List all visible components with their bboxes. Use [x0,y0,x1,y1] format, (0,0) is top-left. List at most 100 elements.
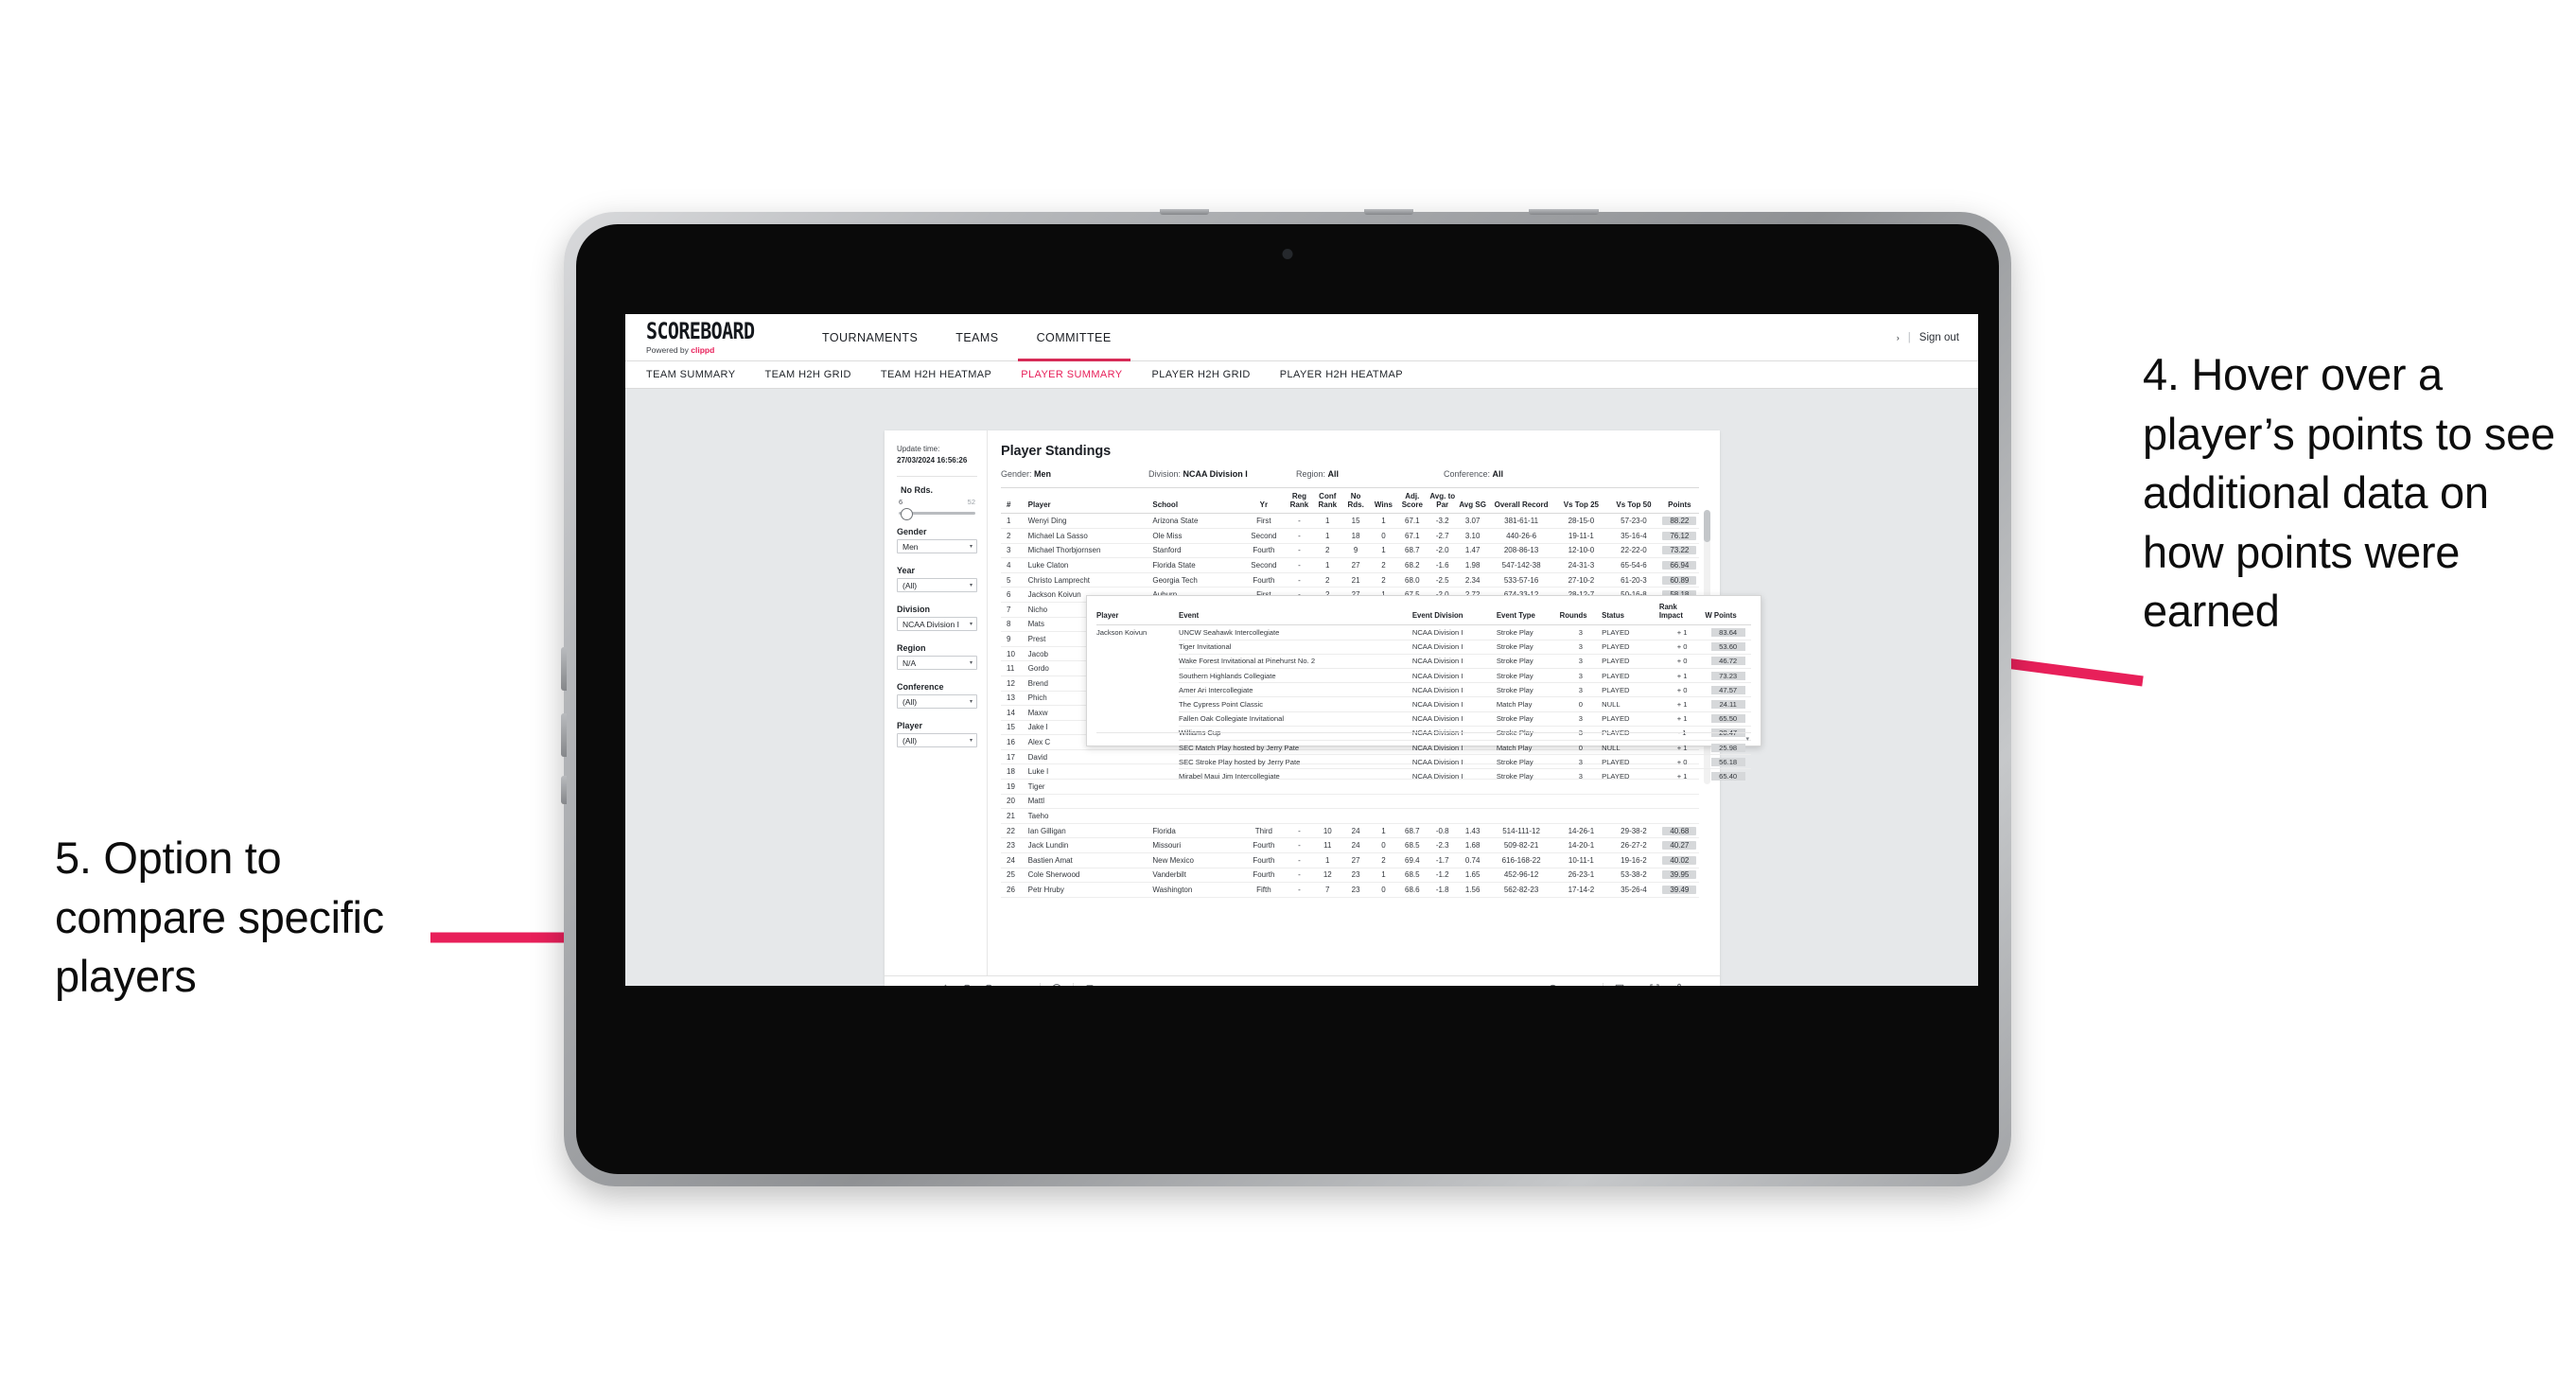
cell-school: Ole Miss [1147,528,1243,544]
points-value[interactable]: 66.94 [1662,560,1697,570]
table-row[interactable]: 24 Bastien Amat New Mexico Fourth -1 27 2 69.4-… [1001,852,1699,868]
table-row[interactable]: 5 Christo Lamprecht Georgia Tech Fourth -2 21… [1001,572,1699,588]
tab-team-h2h-heatmap[interactable]: TEAM H2H HEATMAP [881,369,1008,380]
table-row[interactable]: 21 Taeho [1001,808,1699,824]
filter-player: Player (All) ▾ [897,721,977,748]
cell-points[interactable]: 39.49 [1659,882,1699,898]
cell-points[interactable]: 40.68 [1659,823,1699,839]
th-school[interactable]: School [1147,486,1243,515]
nav-item-teams[interactable]: TEAMS [937,314,1017,360]
tooltip-cell-rank-impact: + 0 [1658,682,1706,697]
th-player[interactable]: Player [1022,486,1148,515]
cell-points[interactable] [1659,794,1699,810]
year-select[interactable]: (All) ▾ [897,578,977,593]
gender-select[interactable]: Men ▾ [897,539,977,554]
slider-track[interactable] [899,508,975,521]
cell-yr: Second [1242,528,1286,544]
th-reg-rank[interactable]: Reg Rank [1285,486,1314,515]
th-yr[interactable]: Yr [1242,486,1286,515]
points-value[interactable]: 60.89 [1662,575,1697,585]
th-rank[interactable]: # [1001,486,1023,515]
points-value[interactable]: 39.95 [1662,870,1697,880]
cell-points[interactable]: 60.89 [1659,572,1699,588]
cell-points[interactable]: 40.27 [1659,837,1699,854]
cell-yr: Fourth [1242,543,1286,559]
player-select[interactable]: (All) ▾ [897,733,977,748]
presentation-icon[interactable] [1005,983,1016,986]
table-row[interactable]: 26 Petr Hruby Washington Fifth -7 23 0 68.6 -1.8… [1001,882,1699,898]
points-value[interactable]: 40.68 [1662,826,1697,835]
th-avg-sg[interactable]: Avg SG [1457,486,1488,515]
tab-player-summary[interactable]: PLAYER SUMMARY [1021,369,1138,380]
points-value[interactable]: 40.27 [1662,841,1697,851]
region-select[interactable]: N/A ▾ [897,656,977,671]
cell-yr: Second [1242,557,1286,573]
chevron-down-icon[interactable]: ▾ [1745,735,1749,743]
nav-item-committee[interactable]: COMMITTEE [1017,314,1130,361]
share-button[interactable]: Share [1671,983,1709,986]
view-original-button[interactable]: View: Original [1084,983,1153,986]
th-adj-score[interactable]: Adj. Score [1396,486,1428,515]
table-row[interactable]: 22 Ian Gilligan Florida Third -10 24 1 68.7 -0.8… [1001,823,1699,839]
table-row[interactable]: 25 Cole Sherwood Vanderbilt Fourth -12 23 1 68.… [1001,868,1699,884]
tab-team-summary[interactable]: TEAM SUMMARY [646,369,751,380]
no-rounds-label: No Rds. [901,485,934,496]
th-vs-top-25[interactable]: Vs Top 25 [1554,486,1608,515]
dashboard-body: Update time: 27/03/2024 16:56:26 No Rds.… [885,430,1761,975]
tooltip-cell-w-points: 46.72 [1705,653,1751,669]
chevron-down-icon[interactable]: ▾ [1026,986,1029,987]
points-value[interactable]: 76.12 [1662,531,1697,540]
conference-value: (All) [902,696,918,707]
table-row[interactable]: 2 Michael La Sasso Ole Miss Second -1 18 0 67.1… [1001,528,1699,544]
table-row[interactable]: 3 Michael Thorbjornsen Stanford Fourth -2 9 1 6… [1001,543,1699,559]
division-select[interactable]: NCAA Division I ▾ [897,617,977,632]
tooltip-cell-event-type: Stroke Play [1496,639,1560,655]
redo-icon[interactable] [918,983,929,986]
cell-points[interactable]: 39.95 [1659,868,1699,884]
th-points[interactable]: Points [1659,486,1699,515]
fullscreen-icon[interactable] [1649,983,1660,986]
undo-icon[interactable] [896,983,907,986]
brand-logo[interactable]: SCOREBOARD Powered by clippd [625,314,803,360]
table-row[interactable]: 4 Luke Claton Florida State Second -1 27 2 68.2… [1001,557,1699,573]
th-overall-record[interactable]: Overall Record [1487,486,1555,515]
th-no-rds[interactable]: No Rds. [1341,486,1371,515]
tab-player-h2h-heatmap[interactable]: PLAYER H2H HEATMAP [1280,369,1419,380]
tab-team-h2h-grid[interactable]: TEAM H2H GRID [764,369,867,380]
table-row[interactable]: 20 Mattl [1001,794,1699,810]
cell-points[interactable]: 88.22 [1659,513,1699,529]
download-icon[interactable] [1614,983,1625,986]
table-header-row: # Player School Yr Reg Rank Conf Rank No… [1001,486,1699,515]
th-vs-top-50[interactable]: Vs Top 50 [1607,486,1660,515]
slider-handle[interactable] [901,508,913,521]
th-wins[interactable]: Wins [1370,486,1397,515]
cell-points[interactable]: 76.12 [1659,528,1699,544]
points-value[interactable]: 39.49 [1662,886,1697,895]
chevron-right-icon[interactable]: › [1897,333,1900,342]
points-value[interactable]: 88.22 [1662,517,1697,526]
points-value[interactable]: 73.22 [1662,546,1697,555]
chevron-down-icon[interactable]: ▾ [1636,986,1638,987]
th-avg-to-par[interactable]: Avg. to Par [1427,486,1458,515]
nav-item-tournaments[interactable]: TOURNAMENTS [803,314,937,360]
sign-out-link[interactable]: Sign out [1919,332,1959,343]
cell-points[interactable] [1659,808,1699,824]
conference-select[interactable]: (All) ▾ [897,694,977,710]
cell-no-rds: 21 [1341,572,1371,588]
tooltip-cell-event-division: NCAA Division I [1411,639,1497,655]
revert-icon[interactable] [939,983,951,986]
cell-points[interactable]: 40.02 [1659,852,1699,868]
table-row[interactable]: 1 Wenyi Ding Arizona State First -1 15 1 67.1 -3… [1001,513,1699,529]
watch-button[interactable]: Watch ▾ [1547,983,1592,986]
cell-points[interactable]: 73.22 [1659,543,1699,559]
table-scrollbar-thumb[interactable] [1704,510,1710,542]
tab-player-h2h-grid[interactable]: PLAYER H2H GRID [1152,369,1267,380]
refresh-icon[interactable] [961,983,973,986]
pause-updates-icon[interactable] [983,983,994,986]
table-row[interactable]: 23 Jack Lundin Missouri Fourth -11 24 0 68.5 -2.… [1001,837,1699,854]
cell-points[interactable]: 66.94 [1659,557,1699,573]
cell-overall-record: 547-142-38 [1487,557,1555,573]
history-icon[interactable] [1051,983,1062,986]
th-conf-rank[interactable]: Conf Rank [1313,486,1342,515]
points-value[interactable]: 40.02 [1662,855,1697,865]
